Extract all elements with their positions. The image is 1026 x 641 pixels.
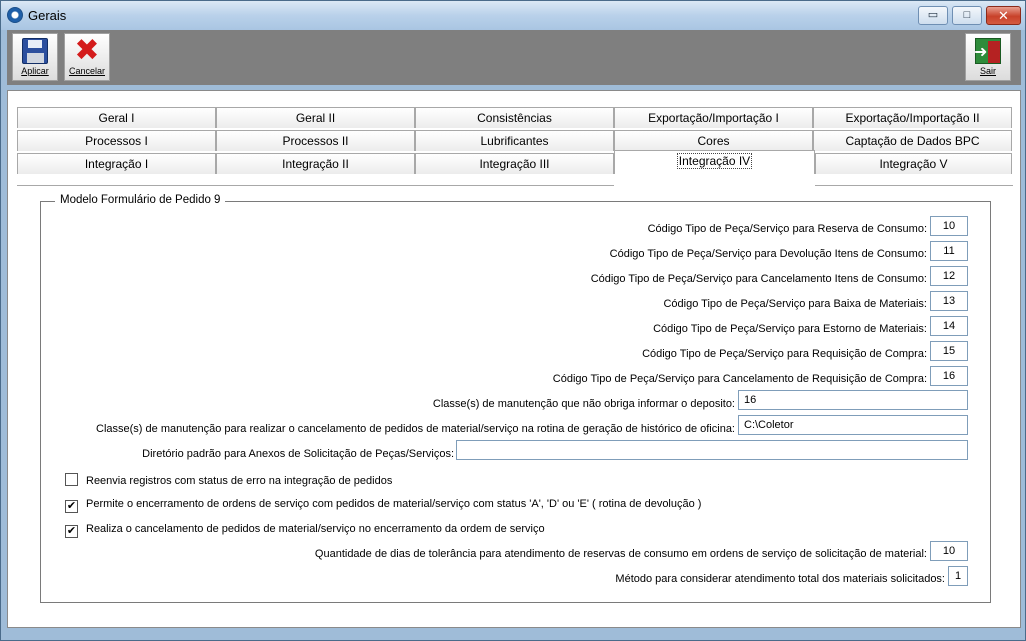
permite-encerramento-option[interactable]: ✔ Permite o encerramento de ordens de ser… (65, 498, 701, 513)
realiza-cancelamento-label: Realiza o cancelamento de pedidos de mat… (86, 523, 545, 535)
reenvia-erro-option[interactable]: Reenvia registros com status de erro na … (65, 473, 392, 487)
apply-button[interactable]: Aplicar (12, 33, 58, 81)
devolucao-consumo-label: Código Tipo de Peça/Serviço para Devoluç… (609, 248, 927, 260)
realiza-cancelamento-checkbox[interactable]: ✔ (65, 525, 78, 538)
permite-encerramento-label: Permite o encerramento de ordens de serv… (86, 498, 702, 510)
cancelamento-consumo-input[interactable]: 12 (930, 266, 968, 286)
cancelamento-consumo-label: Código Tipo de Peça/Serviço para Cancela… (590, 273, 927, 285)
estorno-materiais-input[interactable]: 14 (930, 316, 968, 336)
exit-door-icon (974, 38, 1001, 64)
client-area: Geral I Geral II Consistências Exportaçã… (7, 90, 1021, 628)
tab-processos-ii[interactable]: Processos II (216, 130, 415, 151)
exit-button[interactable]: Sair (965, 33, 1011, 81)
tab-integracao-v[interactable]: Integração V (815, 153, 1012, 174)
diretorio-anexos-label: Diretório padrão para Anexos de Solicita… (142, 448, 454, 460)
modelo-formulario-group: Modelo Formulário de Pedido 9 Código Tip… (40, 194, 991, 603)
maximize-icon: □ (963, 9, 971, 21)
minimize-button[interactable]: ▭ (918, 6, 948, 25)
metodo-atendimento-input[interactable]: 1 (948, 566, 968, 586)
minimize-icon: ▭ (927, 9, 939, 21)
reenvia-erro-label: Reenvia registros com status de erro na … (86, 475, 393, 487)
dias-tolerancia-input[interactable]: 10 (930, 541, 968, 561)
reserva-consumo-input[interactable]: 10 (930, 216, 968, 236)
diretorio-anexos-input[interactable] (456, 440, 968, 460)
baixa-materiais-label: Código Tipo de Peça/Serviço para Baixa d… (663, 298, 927, 310)
tab-captacao-dados-bpc[interactable]: Captação de Dados BPC (813, 130, 1012, 151)
requisicao-compra-input[interactable]: 15 (930, 341, 968, 361)
estorno-materiais-label: Código Tipo de Peça/Serviço para Estorno… (653, 323, 927, 335)
cancelamento-requisicao-input[interactable]: 16 (930, 366, 968, 386)
tab-baseline-right (815, 185, 1013, 186)
tab-geral-i[interactable]: Geral I (17, 107, 216, 128)
tab-integracao-ii[interactable]: Integração II (216, 153, 415, 174)
red-x-icon: ✖ (74, 34, 100, 67)
tab-cores[interactable]: Cores (614, 130, 813, 151)
exit-label: Sair (979, 66, 996, 76)
classes-deposito-label: Classe(s) de manutenção que não obriga i… (432, 398, 735, 410)
permite-encerramento-checkbox[interactable]: ✔ (65, 500, 78, 513)
classes-deposito-input[interactable]: 16 (738, 390, 968, 410)
floppy-disk-icon (22, 38, 48, 64)
toolbar: Aplicar ✖ Cancelar Sair (7, 30, 1021, 85)
tab-integracao-iii[interactable]: Integração III (415, 153, 614, 174)
reserva-consumo-label: Código Tipo de Peça/Serviço para Reserva… (647, 223, 927, 235)
title-bar: Gerais ▭ □ ✕ (1, 1, 1025, 30)
app-icon (7, 7, 23, 23)
main-window: Gerais ▭ □ ✕ Aplicar ✖ Cancelar Sair Ger… (0, 0, 1026, 641)
tab-consistencias[interactable]: Consistências (415, 107, 614, 128)
group-title: Modelo Formulário de Pedido 9 (55, 194, 226, 206)
apply-label: Aplicar (21, 66, 49, 76)
tab-integracao-i[interactable]: Integração I (17, 153, 216, 174)
window-title: Gerais (28, 8, 67, 23)
cancelamento-requisicao-label: Código Tipo de Peça/Serviço para Cancela… (552, 373, 927, 385)
tab-integracao-iv[interactable]: Integração IV (614, 150, 815, 174)
maximize-button[interactable]: □ (952, 6, 982, 25)
baixa-materiais-input[interactable]: 13 (930, 291, 968, 311)
cancel-label: Cancelar (68, 66, 106, 76)
tab-processos-i[interactable]: Processos I (17, 130, 216, 151)
tab-baseline (17, 185, 614, 186)
tab-geral-ii[interactable]: Geral II (216, 107, 415, 128)
realiza-cancelamento-option[interactable]: ✔ Realiza o cancelamento de pedidos de ma… (65, 523, 545, 538)
devolucao-consumo-input[interactable]: 11 (930, 241, 968, 261)
cancel-button[interactable]: ✖ Cancelar (64, 33, 110, 81)
classes-cancelamento-label: Classe(s) de manutenção para realizar o … (96, 423, 735, 435)
reenvia-erro-checkbox[interactable] (65, 473, 78, 486)
close-button[interactable]: ✕ (986, 6, 1021, 25)
dias-tolerancia-label: Quantidade de dias de tolerância para at… (314, 548, 927, 560)
tab-exportacao-importacao-i[interactable]: Exportação/Importação I (614, 107, 813, 128)
tab-lubrificantes[interactable]: Lubrificantes (415, 130, 614, 151)
classes-cancelamento-input[interactable]: C:\Coletor (738, 415, 968, 435)
requisicao-compra-label: Código Tipo de Peça/Serviço para Requisi… (642, 348, 927, 360)
tab-exportacao-importacao-ii[interactable]: Exportação/Importação II (813, 107, 1012, 128)
close-icon: ✕ (998, 8, 1009, 23)
metodo-atendimento-label: Método para considerar atendimento total… (615, 573, 945, 585)
